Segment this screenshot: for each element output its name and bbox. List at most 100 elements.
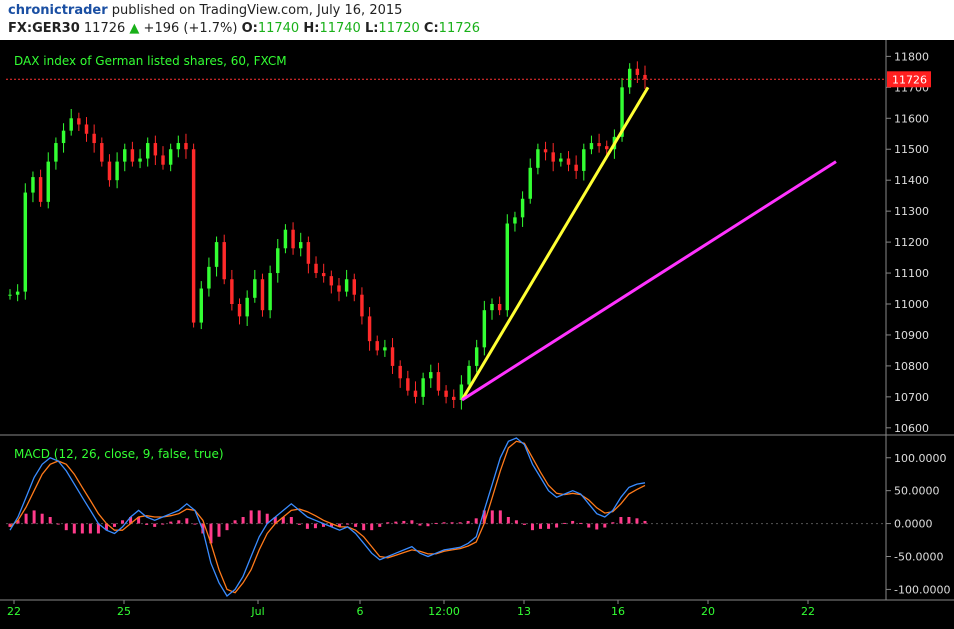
price-tick-label-4: 11400 (894, 174, 929, 187)
candle-body (589, 143, 594, 150)
macd-histogram-bar (289, 517, 293, 524)
candle-body (314, 263, 318, 274)
macd-histogram-bar (506, 517, 510, 524)
macd-histogram-bar (490, 510, 494, 524)
high-label: H: (303, 21, 320, 36)
macd-tick-label-2: 0.0000 (894, 518, 933, 531)
candle-body (283, 229, 288, 249)
candle-body (230, 279, 234, 304)
close-label: C: (423, 21, 439, 36)
macd-histogram-bar (40, 513, 44, 524)
candle-body (329, 276, 334, 286)
candle-body (383, 347, 387, 351)
macd-histogram-bar (402, 520, 406, 524)
macd-histogram-bar (378, 523, 382, 527)
candle-body (130, 149, 135, 162)
macd-tick-label-3: -50.0000 (894, 551, 943, 564)
candle-body (268, 273, 272, 311)
macd-histogram-bar (193, 523, 197, 525)
candle-body (260, 279, 265, 311)
chart-svg[interactable]: 1180011700116001150011400113001120011100… (0, 40, 954, 629)
candle-body (199, 288, 203, 323)
candle-body (299, 242, 303, 249)
macd-histogram-bar (56, 523, 60, 525)
candle-body (520, 198, 525, 218)
macd-histogram-bar (418, 523, 422, 526)
candle-body (38, 177, 43, 202)
macd-histogram-bar (346, 523, 350, 525)
macd-histogram-bar (563, 522, 567, 524)
quote-line: FX:GER30 11726 ▲ +196 (+1.7%) O:11740 H:… (8, 21, 480, 36)
macd-histogram-bar (161, 523, 165, 525)
price-tick-label-0: 11800 (894, 50, 929, 63)
candle-body (605, 146, 609, 150)
last-price: 11726 (83, 21, 126, 36)
chart-area[interactable]: 11800 11700 11600 11500 11400 11300 11200 11100… (0, 40, 954, 629)
macd-histogram-bar (24, 513, 28, 524)
candle-body (115, 161, 119, 181)
macd-histogram-bar (547, 523, 551, 529)
macd-histogram-bar (112, 523, 116, 527)
candle-body (536, 149, 540, 168)
candle-body (276, 248, 280, 274)
macd-histogram-bar (225, 523, 229, 531)
candle-body (77, 118, 81, 125)
price-tick-label-9: 10900 (894, 329, 929, 342)
macd-histogram-bar (185, 518, 189, 524)
candle-body (84, 124, 89, 134)
published-text: published on TradingView.com, July 16, 2… (111, 3, 403, 18)
candle-body (474, 347, 479, 366)
macd-histogram-bar (627, 517, 631, 524)
macd-histogram-bar (579, 522, 583, 524)
macd-histogram-bar (442, 522, 446, 524)
time-tick-label-6: 16 (611, 605, 625, 618)
candle-body (214, 242, 219, 267)
macd-histogram-bar (169, 521, 173, 524)
macd-histogram-bar (177, 520, 181, 524)
macd-histogram-bar (394, 521, 398, 524)
macd-histogram-bar (619, 517, 623, 524)
candle-body (643, 74, 647, 80)
candle-body (15, 291, 20, 295)
macd-histogram-bar (474, 518, 478, 524)
macd-histogram-bar (643, 520, 647, 524)
macd-histogram-bar (530, 523, 534, 531)
author-link[interactable]: chronictrader (8, 3, 108, 18)
candle-body (467, 365, 471, 385)
macd-histogram-bar (571, 520, 575, 524)
macd-histogram-bar (410, 520, 414, 524)
candle-body (398, 365, 402, 379)
candle-body (253, 279, 257, 298)
macd-histogram-bar (450, 522, 454, 524)
macd-histogram-bar (249, 510, 253, 524)
candle-body (123, 149, 127, 162)
macd-title: MACD (12, 26, close, 9, false, true) (14, 447, 224, 461)
close-value: 11726 (438, 21, 481, 36)
candle-body (176, 143, 181, 150)
price-tick-label-12: 10600 (894, 422, 929, 435)
time-tick-label-5: 13 (517, 605, 531, 618)
candle-body (528, 167, 532, 199)
high-value: 11740 (319, 21, 361, 36)
candle-body (23, 192, 28, 292)
candle-body (490, 304, 494, 311)
macd-histogram-bar (313, 523, 317, 529)
candle-body (497, 304, 502, 311)
macd-histogram-bar (217, 523, 221, 537)
price-tick-label-3: 11500 (894, 143, 929, 156)
candle-body (321, 273, 326, 277)
macd-histogram-bar (635, 518, 639, 524)
candle-body (337, 285, 341, 292)
price-tick-label-6: 11200 (894, 236, 929, 249)
macd-histogram-bar (386, 522, 390, 524)
price-tick-label-11: 10700 (894, 391, 929, 404)
macd-tick-label-0: 100.0000 (894, 452, 947, 465)
macd-histogram-bar (80, 523, 84, 534)
candle-body (61, 130, 66, 144)
candle-body (635, 68, 640, 75)
candle-body (452, 396, 456, 400)
candle-body (138, 158, 142, 162)
macd-histogram-bar (241, 517, 245, 524)
candle-body (184, 143, 188, 150)
macd-histogram-bar (603, 523, 607, 528)
